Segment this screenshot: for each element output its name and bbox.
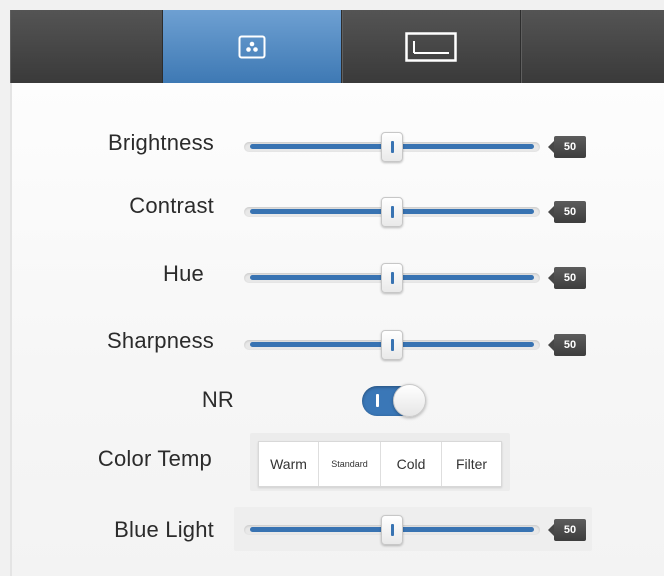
color-temp-options: Warm Standard Cold Filter: [258, 441, 502, 487]
slider-thumb[interactable]: [381, 132, 403, 162]
hue-label: Hue: [163, 261, 204, 286]
tab-bar: [10, 10, 664, 83]
slider-thumb[interactable]: [381, 330, 403, 360]
nr-toggle[interactable]: [362, 384, 426, 417]
thumb-grip-icon: [391, 206, 394, 218]
sharpness-slider[interactable]: [244, 330, 540, 370]
brightness-slider[interactable]: [244, 132, 540, 172]
brightness-value: 50: [548, 136, 586, 158]
slider-thumb[interactable]: [381, 515, 403, 545]
blue-light-slider[interactable]: [244, 515, 540, 555]
tab-screen[interactable]: [342, 10, 521, 83]
sharpness-row: Sharpness 50: [12, 326, 664, 366]
tab-picture[interactable]: [163, 10, 342, 83]
slider-thumb[interactable]: [381, 197, 403, 227]
settings-panel: Brightness 50 Contrast 50 Hue 50 Sharpne…: [10, 83, 664, 576]
toggle-on-mark-icon: [376, 394, 379, 407]
toggle-knob: [393, 384, 426, 417]
contrast-row: Contrast 50: [12, 193, 664, 233]
color-temp-row: Color Temp Warm Standard Cold Filter: [12, 433, 664, 493]
color-temp-filter[interactable]: Filter: [442, 442, 501, 486]
hue-value: 50: [548, 267, 586, 289]
color-temp-standard[interactable]: Standard: [319, 442, 381, 486]
tab-empty-left: [10, 10, 163, 83]
tab-empty-right: [521, 10, 664, 83]
brightness-label: Brightness: [108, 130, 214, 155]
color-temp-selector: Warm Standard Cold Filter: [250, 433, 510, 491]
nr-label: NR: [201, 387, 234, 412]
slider-thumb[interactable]: [381, 263, 403, 293]
sharpness-value: 50: [548, 334, 586, 356]
blue-light-label: Blue Light: [114, 517, 214, 542]
brightness-row: Brightness 50: [12, 128, 664, 168]
picture-settings-icon: [238, 35, 266, 59]
color-temp-cold[interactable]: Cold: [381, 442, 442, 486]
contrast-slider[interactable]: [244, 197, 540, 237]
color-temp-label: Color Temp: [97, 446, 212, 471]
hue-slider[interactable]: [244, 263, 540, 303]
nr-row: NR: [12, 381, 664, 421]
hue-row: Hue 50: [12, 259, 664, 299]
color-temp-warm[interactable]: Warm: [259, 442, 319, 486]
blue-light-value: 50: [548, 519, 586, 541]
screen-frame-icon: [405, 31, 457, 62]
thumb-grip-icon: [391, 141, 394, 153]
blue-light-row: Blue Light 50: [12, 507, 664, 555]
thumb-grip-icon: [391, 524, 394, 536]
contrast-value: 50: [548, 201, 586, 223]
thumb-grip-icon: [391, 339, 394, 351]
sharpness-label: Sharpness: [107, 328, 214, 353]
contrast-label: Contrast: [129, 193, 214, 218]
thumb-grip-icon: [391, 272, 394, 284]
